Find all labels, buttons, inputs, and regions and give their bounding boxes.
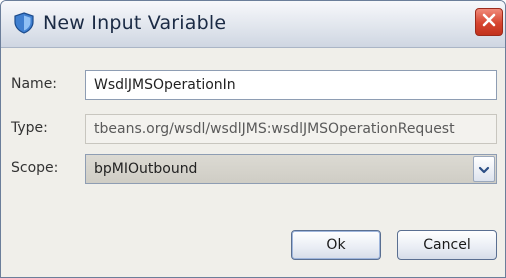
scope-selected-value: bpMIOutbound [94,161,198,177]
name-label: Name: [11,76,58,92]
cancel-button[interactable]: Cancel [397,230,497,260]
dialog-window: New Input Variable Name: WsdlJMSOperatio… [0,0,506,278]
type-field: tbeans.org/wsdl/wsdlJMS:wsdlJMSOperation… [85,114,497,144]
title-bar[interactable]: New Input Variable [1,1,505,48]
close-x-icon [481,12,497,32]
scope-label: Scope: [11,160,59,176]
type-label: Type: [11,120,48,136]
dialog-title: New Input Variable [43,12,227,34]
name-input[interactable]: WsdlJMSOperationIn [85,70,497,100]
chevron-down-icon [478,160,490,179]
scope-dropdown-button[interactable] [473,156,495,182]
app-shield-icon [13,12,35,34]
ok-button[interactable]: Ok [291,230,381,260]
scope-select[interactable]: bpMIOutbound [85,154,497,184]
close-button[interactable] [475,8,503,36]
